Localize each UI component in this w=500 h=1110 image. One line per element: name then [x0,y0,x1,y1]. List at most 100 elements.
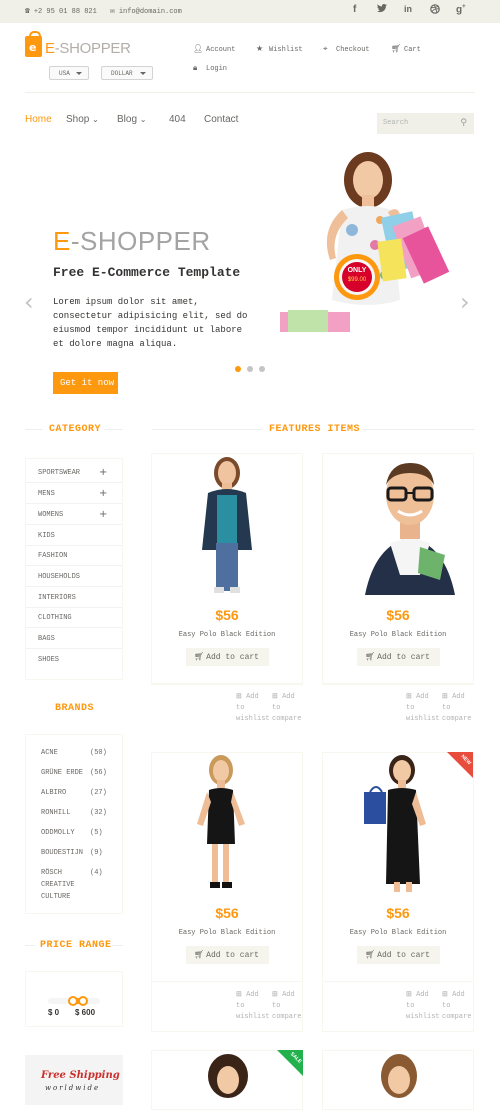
search-icon[interactable]: ⚲ [460,118,467,128]
country-dropdown[interactable]: USA [49,66,89,80]
product-price: $56 [386,607,410,623]
category-item-interiors[interactable]: INTERIORS [38,594,76,602]
facebook-icon[interactable]: f [353,4,356,15]
price-slider-max-handle[interactable] [78,996,88,1006]
badge-price-text: $99.00 [347,277,367,283]
plus-icon[interactable]: + [99,509,107,520]
checkout-link[interactable]: ⌖ Checkout [323,44,370,54]
price-slider-min-handle[interactable] [68,996,78,1006]
shopping-cart-icon: 🛒︎ [391,44,402,53]
slider-dot-3[interactable] [259,366,265,372]
chevron-down-icon: ⌄ [92,115,99,124]
add-to-compare-link[interactable]: ⊞ Add to compare [272,691,304,725]
add-to-wishlist-link[interactable]: ⊞ Add to wishlist [236,989,270,1023]
features-title-rule [152,429,262,430]
login-link[interactable]: 🔒︎ Login [193,63,227,73]
slider-dot-2[interactable] [247,366,253,372]
slider-prev-arrow[interactable]: ‹ [24,288,34,316]
country-value: USA [59,70,70,77]
nav-404[interactable]: 404 [169,114,186,125]
twitter-icon[interactable] [377,4,387,16]
category-item-clothing[interactable]: CLOTHING [38,614,72,622]
add-to-compare-link[interactable]: ⊞ Add to compare [442,989,474,1023]
header-divider [25,92,475,93]
contact-phone[interactable]: ☎ +2 95 01 88 821 [25,6,97,16]
category-item-households[interactable]: HOUSEHOLDS [38,573,80,581]
currency-dropdown[interactable]: DOLLAR [101,66,153,80]
add-to-cart-button[interactable]: 🛒︎ Add to cart [357,946,440,964]
brand-item[interactable]: GRÜNE ERDE [41,767,83,779]
category-item-womens[interactable]: WOMENS + [38,509,107,520]
product-image[interactable] [372,1050,427,1100]
brand-item[interactable]: RONHILL [41,807,70,819]
phone-icon: ☎ [25,7,30,16]
category-item-shoes[interactable]: SHOES [38,656,59,664]
card-divider [322,683,474,684]
brand-item[interactable]: ODDMOLLY [41,827,75,839]
cart-link[interactable]: 🛒︎ Cart [391,44,421,54]
brand-item[interactable]: BOUDESTIJN [41,847,83,859]
brand-item[interactable]: RÖSCH CREATIVE CULTURE [41,867,87,903]
plus-square-icon: ⊞ [272,990,278,998]
add-to-wishlist-link[interactable]: ⊞ Add to wishlist [406,989,440,1023]
product-image[interactable] [360,455,460,595]
nav-blog[interactable]: Blog ⌄ [117,114,147,125]
slider-subtitle: Free E-Commerce Template [53,265,241,280]
category-divider [26,648,122,649]
brand-count: (27) [90,789,107,797]
slider-dot-1[interactable] [235,366,241,372]
category-item-bags[interactable]: BAGS [38,635,55,643]
get-it-now-button[interactable]: Get it now [53,372,118,394]
slider-next-arrow[interactable]: › [460,288,470,316]
price-max-label: $ 600 [75,1008,96,1017]
product-price: $56 [386,905,410,921]
shopping-cart-icon: 🛒︎ [194,950,205,959]
phone-text: +2 95 01 88 821 [33,8,97,16]
category-item-fashion[interactable]: FASHION [38,552,67,560]
wishlist-link[interactable]: ★ Wishlist [256,44,303,54]
features-title: FEATURES ITEMS [269,424,361,435]
email-text: info@domain.com [118,8,182,16]
currency-value: DOLLAR [111,70,133,77]
add-to-cart-button[interactable]: 🛒︎ Add to cart [186,648,269,666]
card-divider [151,683,303,684]
add-to-cart-button[interactable]: 🛒︎ Add to cart [186,946,269,964]
product-name: Easy Polo Black Edition [349,929,447,937]
nav-contact[interactable]: Contact [204,114,238,125]
slider-text: Lorem ipsum dolor sit amet, consectetur … [53,297,248,349]
brand-item[interactable]: ACNE [41,747,58,759]
google-plus-icon[interactable]: g+ [456,4,466,15]
add-to-wishlist-link[interactable]: ⊞ Add to wishlist [406,691,440,725]
account-link[interactable]: 👤︎ Account [193,44,235,54]
contact-email[interactable]: ✉ info@domain.com [110,6,182,16]
search-input[interactable]: Search ⚲ [377,113,474,134]
search-placeholder: Search [383,119,409,127]
product-image[interactable] [185,754,255,894]
category-item-kids[interactable]: KIDS [38,532,55,540]
category-item-sportswear[interactable]: SPORTSWEAR + [38,467,107,478]
add-to-compare-link[interactable]: ⊞ Add to compare [272,989,304,1023]
add-to-wishlist-link[interactable]: ⊞ Add to wishlist [236,691,270,725]
plus-icon[interactable]: + [99,488,107,499]
worldwide-text: worldwide [45,1084,101,1092]
plus-icon[interactable]: + [99,467,107,478]
shopping-cart-icon: 🛒︎ [365,652,376,661]
category-item-mens[interactable]: MENS + [38,488,107,499]
product-image[interactable] [198,1052,258,1100]
price-title-rule [112,945,123,946]
product-image[interactable] [362,754,437,894]
nav-home[interactable]: Home [25,114,52,125]
star-icon: ★ [256,44,264,53]
nav-shop[interactable]: Shop ⌄ [66,114,99,125]
dribbble-icon[interactable] [430,4,440,17]
add-to-compare-link[interactable]: ⊞ Add to compare [442,691,474,725]
linkedin-icon[interactable]: in [404,4,412,14]
product-name: Easy Polo Black Edition [349,631,447,639]
product-name: Easy Polo Black Edition [178,631,276,639]
free-shipping-banner[interactable]: Free Shipping worldwide [25,1055,123,1105]
brand-count: (9) [90,849,103,857]
brand-item[interactable]: ALBIRO [41,787,66,799]
add-to-cart-button[interactable]: 🛒︎ Add to cart [357,648,440,666]
shopping-cart-icon: 🛒︎ [194,652,205,661]
product-image[interactable] [190,455,264,595]
